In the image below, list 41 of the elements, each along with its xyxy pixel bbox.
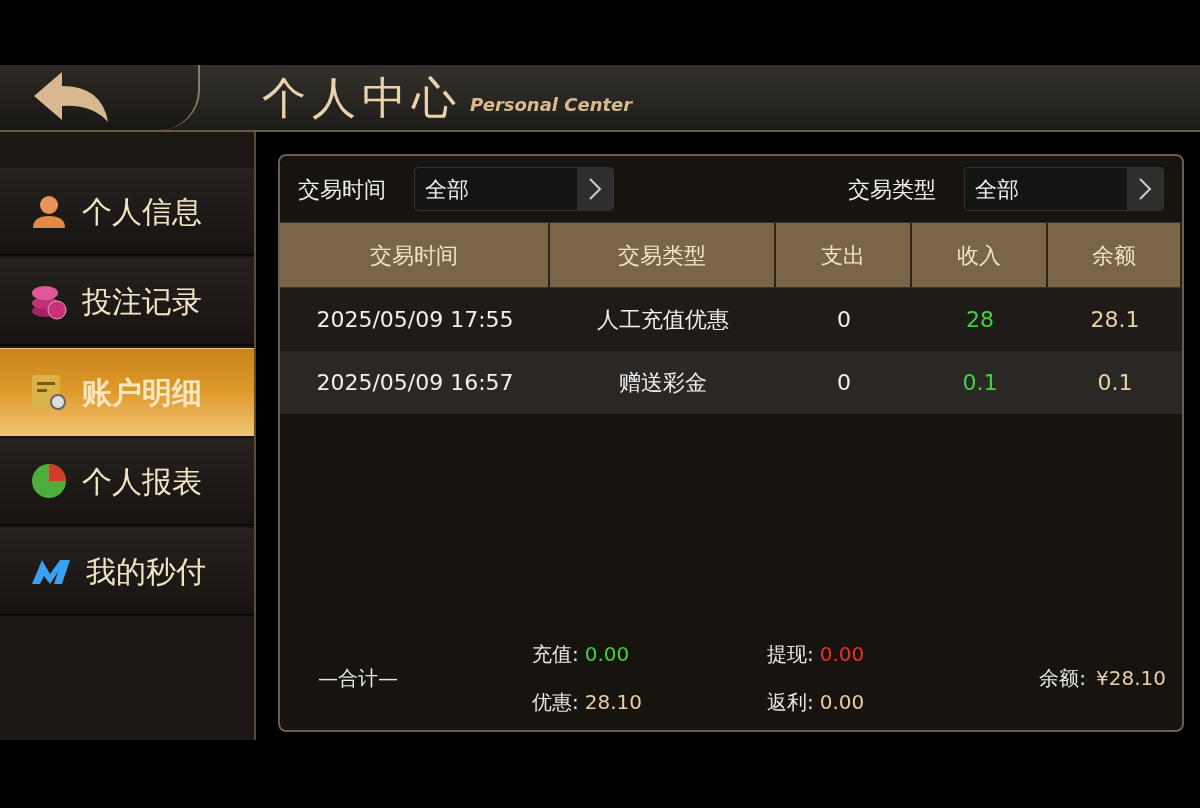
summary-item-value: 0.00 (584, 641, 630, 668)
summary-label: —合计— (317, 665, 399, 692)
summary-item-value: 28.10 (584, 689, 642, 716)
page-title: 个人中心 (262, 75, 462, 120)
summary-item-label: 优惠: (532, 689, 579, 716)
summary-item-label: 充值: (532, 641, 579, 668)
table-cell-text: 0 (836, 369, 852, 397)
page-subtitle: Personal Center (470, 93, 633, 117)
sidebar-item[interactable]: 个人信息 (0, 168, 254, 256)
summary-item-label: 提现: (767, 641, 814, 668)
sidebar-item[interactable]: 投注记录 (0, 258, 254, 346)
summary-item-value: 0.00 (819, 689, 865, 716)
table-cell-text: 0 (836, 306, 852, 334)
filter-dropdown[interactable]: 全部 (964, 167, 1164, 211)
chevron-right-icon (1138, 177, 1152, 201)
table-cell-text: 28.1 (1089, 306, 1141, 334)
summary-item-value: 0.00 (819, 641, 865, 668)
filter-label: 交易时间 (298, 175, 386, 204)
table-cell-text: 2025/05/09 17:55 (315, 306, 515, 334)
filter-label: 交易类型 (848, 175, 936, 204)
column-header: 交易时间 (280, 223, 550, 287)
table-cell-text: 2025/05/09 16:57 (315, 369, 515, 397)
table-cell-text: 28 (965, 306, 995, 334)
table-cell-text: 人工充值优惠 (596, 306, 730, 334)
table-cell-text: 0.1 (961, 369, 999, 397)
column-header: 余额 (1048, 223, 1182, 287)
column-header: 支出 (776, 223, 912, 287)
sidebar-item[interactable]: 个人报表 (0, 438, 254, 526)
table-cell-text: 赠送彩金 (618, 369, 708, 397)
document-search-icon (30, 372, 68, 412)
balance-label: 余额: (1039, 665, 1086, 692)
summary-item-label: 返利: (767, 689, 814, 716)
back-button[interactable] (0, 65, 200, 130)
sidebar-item[interactable]: 我的秒付 (0, 528, 254, 616)
filter-dropdown[interactable]: 全部 (414, 167, 614, 211)
table-cell-text: 0.1 (1096, 369, 1134, 397)
chevron-right-icon (588, 177, 602, 201)
balance-value: ¥28.10 (1096, 665, 1166, 692)
column-header: 收入 (912, 223, 1048, 287)
pie-chart-icon (30, 462, 68, 500)
column-header: 交易类型 (550, 223, 776, 287)
